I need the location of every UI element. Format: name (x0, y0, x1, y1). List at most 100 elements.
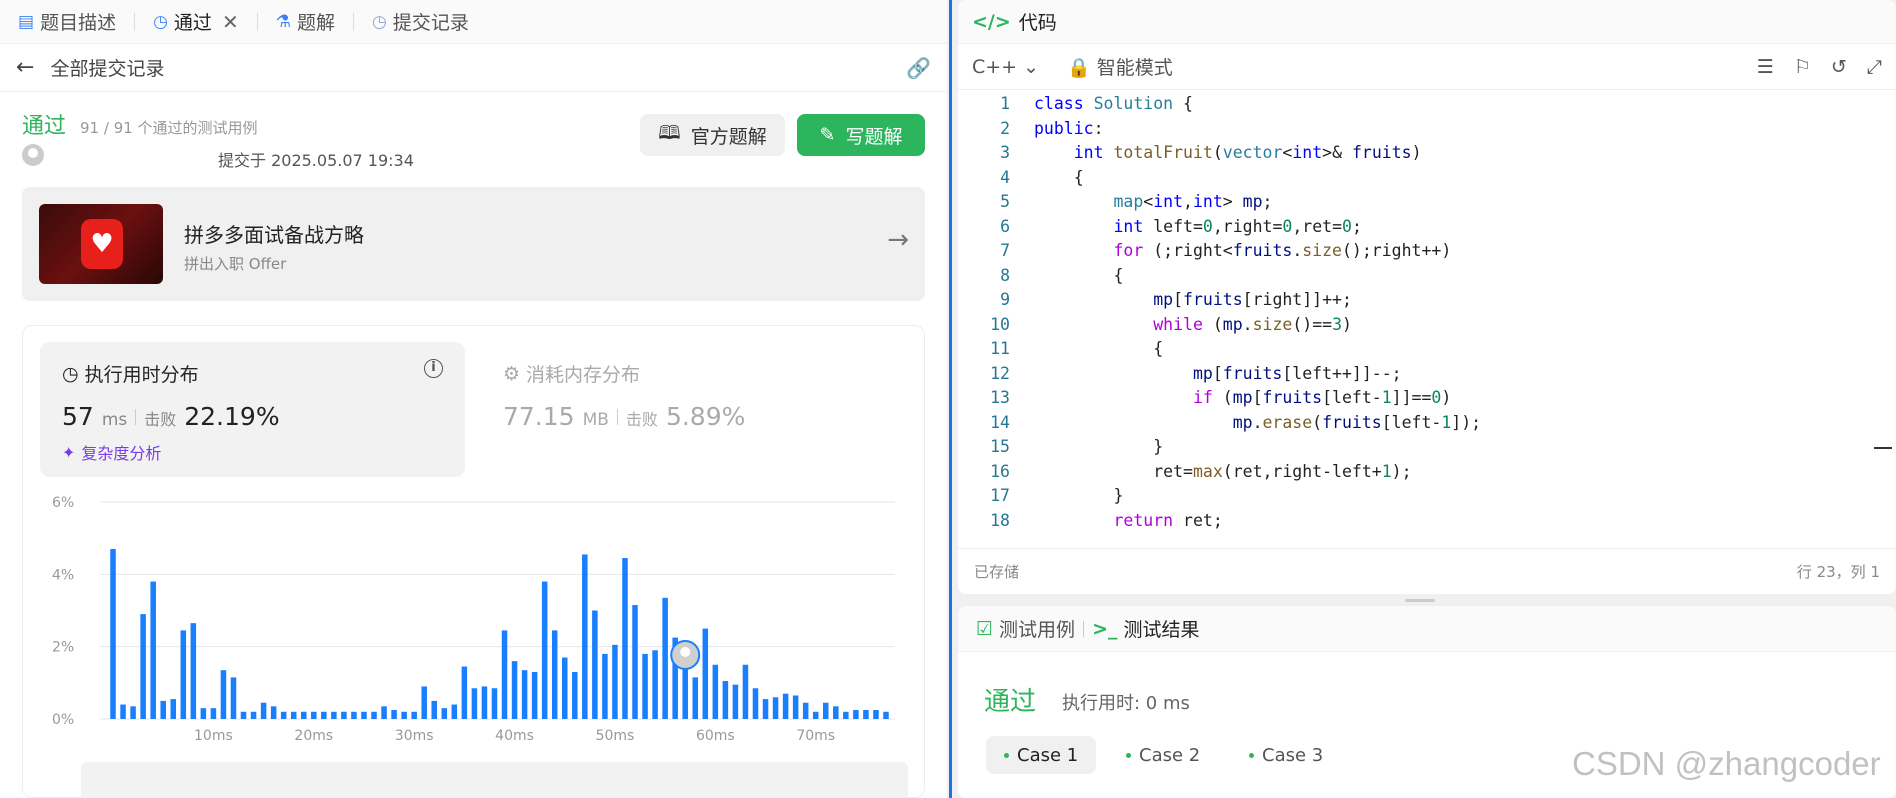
runtime-bar[interactable] (702, 628, 709, 719)
runtime-bar[interactable] (130, 706, 136, 719)
runtime-bar[interactable] (280, 711, 287, 719)
runtime-bar[interactable] (652, 650, 658, 719)
runtime-bar[interactable] (843, 711, 849, 719)
official-solution-button[interactable]: 🕮 官方题解 (640, 114, 785, 156)
runtime-bar[interactable] (461, 666, 468, 719)
info-icon[interactable]: i (424, 359, 443, 378)
write-solution-button[interactable]: ✎ 写题解 (797, 114, 925, 156)
smart-mode-toggle[interactable]: 🔒 智能模式 (1067, 53, 1173, 80)
format-icon[interactable]: ☰ (1757, 56, 1774, 78)
runtime-bar[interactable] (612, 644, 618, 719)
pane-divider[interactable] (949, 0, 952, 798)
resize-handle[interactable] (1405, 599, 1435, 602)
case-tab-2[interactable]: Case 2 (1108, 736, 1218, 774)
runtime-bar[interactable] (331, 711, 337, 719)
memory-title[interactable]: ⚙ 消耗内存分布 (503, 360, 640, 387)
runtime-bar[interactable] (501, 630, 508, 719)
runtime-bar[interactable] (511, 661, 518, 719)
runtime-bar[interactable] (833, 706, 839, 719)
runtime-bar[interactable] (150, 581, 156, 719)
runtime-bar[interactable] (642, 653, 648, 719)
runtime-bar[interactable] (311, 711, 317, 719)
avatar[interactable] (22, 144, 44, 166)
runtime-bar[interactable] (531, 671, 538, 719)
runtime-bar[interactable] (491, 688, 498, 719)
runtime-bar[interactable] (371, 711, 377, 719)
tab-solutions[interactable]: ⚗ 题解 (276, 8, 335, 35)
runtime-bar[interactable] (260, 702, 267, 719)
runtime-bar[interactable] (592, 610, 598, 720)
runtime-bar[interactable] (210, 708, 217, 719)
language-select[interactable]: C++ ⌄ (972, 56, 1039, 78)
runtime-bar[interactable] (722, 681, 729, 719)
runtime-bar[interactable] (853, 709, 859, 719)
runtime-bar[interactable] (381, 706, 387, 719)
tab-description[interactable]: ▤ 题目描述 (18, 8, 116, 35)
runtime-bar[interactable] (572, 671, 578, 719)
expand-icon[interactable]: ⤢ (1867, 56, 1882, 78)
runtime-bar[interactable] (802, 702, 809, 719)
runtime-bar[interactable] (270, 706, 277, 719)
runtime-bar[interactable] (300, 711, 307, 719)
runtime-bar[interactable] (521, 670, 528, 719)
code-editor[interactable]: 1 class Solution {2 public: 3 int totalFrui… (958, 90, 1896, 535)
runtime-bar[interactable] (772, 697, 779, 719)
link-icon[interactable]: 🔗 (906, 56, 931, 80)
runtime-bar[interactable] (732, 684, 739, 719)
runtime-bar[interactable] (451, 704, 458, 719)
runtime-bar[interactable] (883, 711, 889, 719)
runtime-bar[interactable] (792, 695, 799, 719)
runtime-bar[interactable] (200, 708, 207, 719)
back-arrow-icon[interactable]: ← (16, 55, 34, 80)
runtime-bar[interactable] (812, 711, 819, 719)
case-tab-3[interactable]: Case 3 (1231, 736, 1341, 774)
runtime-bar[interactable] (290, 711, 297, 719)
runtime-bar[interactable] (431, 700, 438, 719)
chart-overview-strip[interactable] (81, 762, 908, 798)
runtime-bar[interactable] (391, 709, 397, 719)
runtime-bar[interactable] (582, 554, 588, 719)
runtime-bar[interactable] (361, 711, 367, 719)
runtime-bar[interactable] (411, 711, 417, 719)
runtime-bar[interactable] (441, 708, 448, 719)
runtime-bar[interactable] (632, 605, 638, 719)
runtime-bar[interactable] (481, 686, 488, 719)
runtime-bar[interactable] (140, 614, 146, 719)
runtime-bar[interactable] (351, 711, 357, 719)
runtime-bar[interactable] (622, 558, 628, 719)
tab-submissions[interactable]: ◷ 提交记录 (372, 8, 469, 35)
tab-accepted[interactable]: ◷ 通过 ✕ (153, 8, 239, 35)
runtime-bar[interactable] (551, 630, 558, 719)
runtime-bar[interactable] (682, 662, 688, 719)
case-tab-1[interactable]: Case 1 (986, 736, 1097, 774)
runtime-bar[interactable] (170, 699, 177, 719)
runtime-bar[interactable] (180, 630, 187, 719)
promo-banner[interactable]: ♥ 拼多多面试备战方略 拼出入职 Offer → (22, 187, 925, 301)
runtime-bar[interactable] (873, 709, 879, 719)
runtime-bar[interactable] (240, 711, 247, 719)
runtime-bar[interactable] (190, 623, 197, 719)
runtime-bar[interactable] (341, 711, 347, 719)
tab-testcase[interactable]: ☑ 测试用例 (976, 615, 1075, 642)
runtime-bar[interactable] (220, 670, 227, 719)
runtime-bar[interactable] (250, 711, 257, 719)
runtime-bar[interactable] (742, 664, 749, 719)
runtime-bar[interactable] (752, 688, 759, 719)
reset-icon[interactable]: ↺ (1831, 56, 1847, 78)
runtime-bar[interactable] (321, 711, 327, 719)
runtime-bar[interactable] (160, 700, 166, 719)
runtime-bar[interactable] (822, 702, 829, 719)
runtime-bar[interactable] (662, 597, 668, 719)
runtime-bar[interactable] (120, 704, 126, 719)
runtime-bar[interactable] (401, 711, 407, 719)
arrow-right-icon[interactable]: → (887, 225, 909, 255)
bookmark-icon[interactable]: ⚐ (1794, 56, 1811, 78)
runtime-bar[interactable] (421, 686, 427, 719)
runtime-bar[interactable] (602, 653, 608, 719)
close-icon[interactable]: ✕ (222, 10, 239, 34)
runtime-bar[interactable] (471, 688, 478, 719)
tab-test-result[interactable]: >_ 测试结果 (1092, 615, 1199, 642)
runtime-bar[interactable] (712, 664, 719, 719)
runtime-bar[interactable] (541, 581, 548, 719)
runtime-bar[interactable] (782, 693, 789, 719)
